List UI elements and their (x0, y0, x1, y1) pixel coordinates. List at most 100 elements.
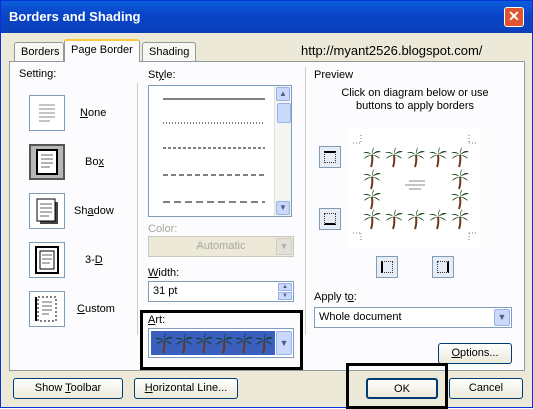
dropdown-arrow-icon: ▼ (276, 238, 292, 255)
preview-diagram[interactable] (349, 129, 481, 247)
setting-shadow-label: Shadow (74, 205, 114, 217)
palm-tree-icon (363, 189, 381, 210)
preview-label: Preview (314, 69, 354, 81)
apply-to-value: Whole document (319, 311, 402, 323)
tab-borders-mnemonic: Borders (21, 46, 60, 58)
border-toggle-icon (324, 213, 336, 225)
setting-box-mnemonic: x (98, 156, 104, 168)
width-spinner[interactable]: ▲ ▼ (278, 283, 292, 300)
spin-up-icon[interactable]: ▲ (278, 283, 292, 291)
close-icon: ✕ (508, 8, 520, 24)
border-toggle-icon (437, 261, 449, 273)
setting-none-button[interactable] (29, 95, 65, 131)
setting-3d-button[interactable] (29, 242, 65, 278)
setting-shadow-pre: Sh (74, 205, 88, 217)
close-button[interactable]: ✕ (504, 7, 524, 27)
style-rest: le: (163, 69, 176, 81)
setting-none-icon (39, 104, 55, 122)
art-label: Art: (148, 314, 165, 326)
palm-tree-icon (195, 333, 213, 354)
preview-divider (305, 67, 306, 335)
ok-label: OK (394, 383, 410, 395)
tab-page-border[interactable]: Page Border (64, 39, 140, 62)
tab-shading[interactable]: Shading (142, 42, 196, 61)
options-button[interactable]: Options... (438, 343, 512, 364)
show-toolbar-pre: Show (34, 382, 66, 394)
width-input[interactable]: 31 pt ▲ ▼ (148, 281, 294, 302)
cancel-label: Cancel (468, 382, 504, 394)
border-toggle-bottom[interactable] (319, 208, 341, 230)
setting-none-rest: one (87, 107, 107, 119)
scroll-up-icon[interactable]: ▲ (276, 87, 290, 101)
dialog-title: Borders and Shading (9, 9, 141, 24)
tab-borders[interactable]: Borders (14, 42, 64, 61)
palm-tree-icon (451, 209, 469, 230)
setting-box-icon (36, 149, 58, 175)
palm-tree-icon (235, 333, 253, 354)
setting-custom-icon (35, 296, 57, 322)
palm-tree-icon (385, 209, 403, 230)
style-scrollbar[interactable]: ▲ ▼ (274, 86, 291, 216)
palm-tree-icon (451, 147, 469, 168)
palm-tree-icon (363, 169, 381, 190)
setting-3d-pre: 3- (85, 254, 95, 266)
setting-box-pre: Bo (85, 156, 99, 168)
line-styles (163, 98, 265, 203)
palm-tree-icon (363, 147, 381, 168)
scroll-down-icon[interactable]: ▼ (276, 201, 290, 215)
art-combo[interactable]: ▼ (148, 328, 294, 358)
setting-custom-rest: ustom (84, 303, 115, 315)
width-rest: idth: (158, 267, 180, 279)
palm-tree-icon (155, 333, 173, 354)
tab-page-border-label: Page Border (71, 44, 133, 56)
dialog-window: Borders and Shading ✕ Borders Page Borde… (0, 0, 533, 409)
palm-tree-icon (429, 147, 447, 168)
setting-3d-icon (35, 246, 59, 274)
palm-tree-icon (255, 333, 273, 354)
art-selected (151, 331, 275, 355)
setting-3d-label: 3-D (85, 254, 103, 266)
border-toggle-left[interactable] (376, 256, 398, 278)
setting-label: Setting: (19, 68, 57, 80)
tab-shading-label: Shading (149, 46, 190, 58)
palm-tree-icon (385, 147, 403, 168)
dropdown-arrow-icon[interactable]: ▼ (494, 309, 510, 326)
palm-tree-icon (429, 209, 447, 230)
style-pre: St (148, 69, 159, 81)
preview-instructions: Click on diagram below or use buttons to… (341, 87, 489, 112)
setting-shadow-rest: dow (93, 205, 114, 217)
options-rest: ptions... (460, 347, 499, 359)
horizontal-line-mnemonic: H (144, 382, 153, 394)
border-toggle-right[interactable] (432, 256, 454, 278)
setting-box-label: Box (85, 156, 104, 168)
setting-shadow-button[interactable] (29, 193, 65, 229)
palm-tree-icon (451, 189, 469, 210)
art-rest: rt: (155, 314, 166, 326)
show-toolbar-button[interactable]: Show Toolbar (13, 378, 123, 399)
spin-down-icon[interactable]: ▼ (278, 292, 292, 300)
setting-none-mnemonic: N (80, 107, 88, 119)
color-combo: Automatic ▼ (148, 236, 294, 257)
cancel-button[interactable]: Cancel (449, 378, 523, 399)
setting-custom-button[interactable] (29, 291, 65, 327)
style-list[interactable]: ▲ ▼ (148, 85, 292, 217)
ok-button[interactable]: OK (366, 378, 438, 399)
title-bar: Borders and Shading ✕ (1, 1, 532, 33)
dropdown-arrow-icon[interactable]: ▼ (276, 331, 292, 355)
style-scroll-thumb[interactable] (277, 103, 291, 123)
setting-3d-mnemonic: D (94, 254, 103, 266)
palm-tree-icon (407, 147, 425, 168)
horizontal-line-button[interactable]: Horizontal Line... (134, 378, 238, 399)
show-toolbar-rest: oolbar (70, 382, 102, 394)
apply-to-select[interactable]: Whole document ▼ (314, 307, 512, 328)
setting-box-button[interactable] (29, 144, 65, 180)
apply-to-label: Apply to: (314, 291, 357, 303)
width-label: Width: (148, 267, 179, 279)
palm-tree-icon (215, 333, 233, 354)
palm-tree-icon (363, 209, 381, 230)
watermark-url: http://myant2526.blogspot.com/ (301, 43, 483, 58)
palm-tree-art (155, 333, 273, 354)
preview-page (353, 135, 477, 241)
border-toggle-top[interactable] (319, 146, 341, 168)
color-label: Color: (148, 223, 178, 235)
